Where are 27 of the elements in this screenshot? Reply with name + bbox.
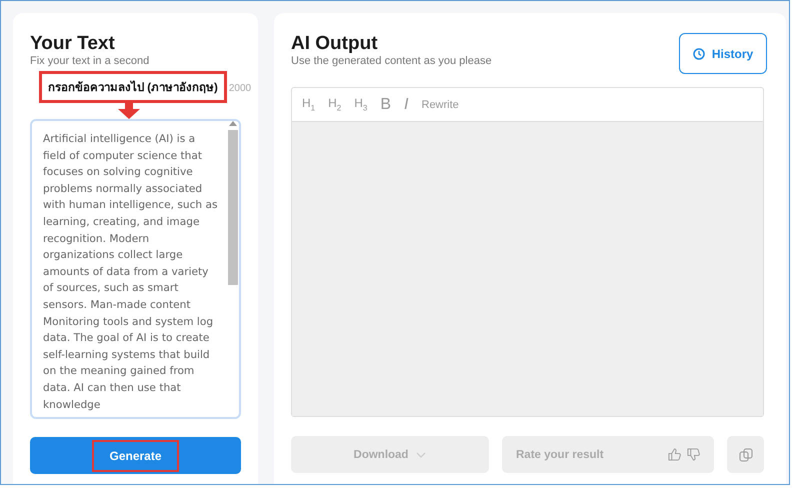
download-button[interactable]: Download [291,436,489,473]
copy-button[interactable] [727,436,764,473]
text-input[interactable] [30,119,241,419]
heading-button[interactable]: H$_{3}$ [354,96,368,113]
annotation-label: กรอกข้อความลงไป (ภาษาอังกฤษ) [39,71,227,103]
panel-subtitle: Use the generated content as you please [291,55,492,68]
panel-title: Your Text [30,33,116,55]
panel-title: AI Output [291,33,379,55]
history-button[interactable]: History [679,33,767,74]
rewrite-button[interactable]: Rewrite [422,98,459,110]
bold-button[interactable]: B [380,96,392,114]
scroll-up-icon[interactable] [229,121,237,126]
rating-label: Rate your result [516,448,605,460]
generate-button[interactable]: Generate [30,437,241,474]
heading-button[interactable]: H$_{2}$ [328,96,342,113]
thumbs-up-icon[interactable] [668,448,681,461]
panel-subtitle: Fix your text in a second [30,55,150,68]
thumbs-down-icon[interactable] [687,448,700,461]
italic-button[interactable]: I [404,96,408,114]
scrollbar-thumb[interactable] [228,130,238,285]
copy-icon [738,448,752,462]
character-counter: 2000 [228,83,252,94]
heading-button[interactable]: H$_{1}$ [302,96,316,113]
annotation-arrow-icon [118,103,140,119]
chevron-down-icon [416,452,426,458]
input-text: Artificial intelligence (AI) is a field of computer science that focuses on solving cognitive problems normally associated with human intelligence, such as learning, creating, and image recognition. Modern organizations collect large amounts of data from a variety of sources, such as smart sensors. Man-made content Monitoring tools and system log data. The goal of AI is to create self-learning systems that build on the meaning gained from data. AI can then use that knowledge [43,132,219,412]
clock-icon [692,48,705,60]
